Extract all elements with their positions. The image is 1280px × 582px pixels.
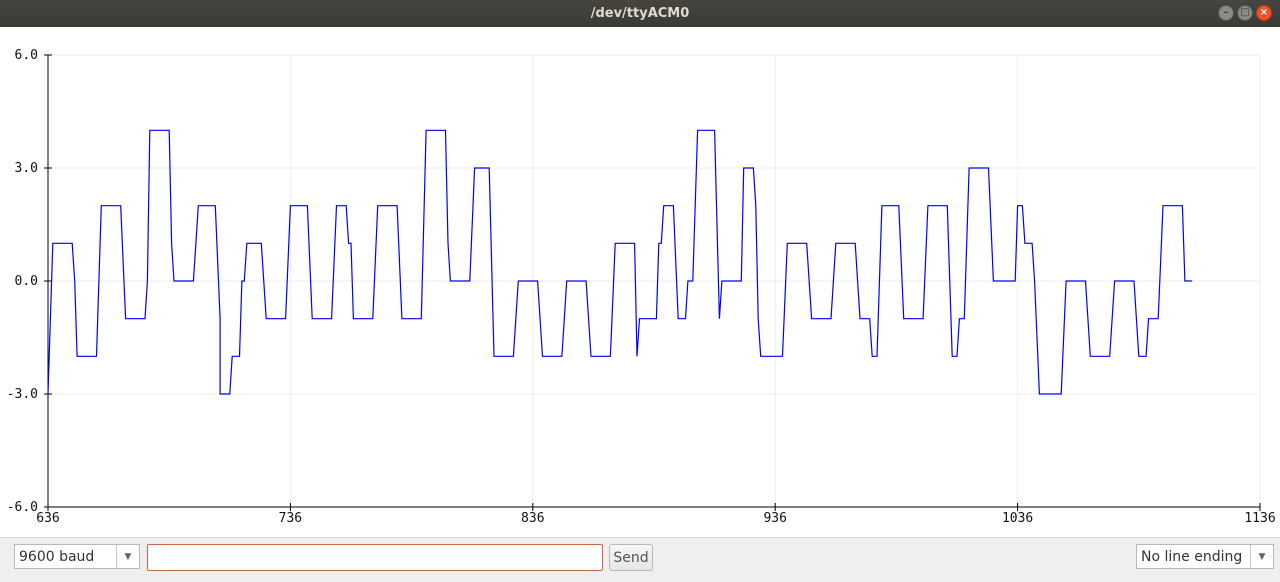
- window-controls: – □ ×: [1218, 5, 1272, 21]
- send-button[interactable]: Send: [609, 544, 653, 571]
- x-tick-label: 636: [36, 511, 59, 526]
- serial-plotter: 6.0 3.0 0.0 -3.0 -6.0 636 736 836 936 1036 1136: [0, 27, 1280, 537]
- close-icon[interactable]: ×: [1256, 5, 1272, 21]
- x-tick-label: 1136: [1244, 511, 1275, 526]
- plot-chart: 6.0 3.0 0.0 -3.0 -6.0636 736 836 936 1036 1136: [7, 48, 1276, 526]
- window-titlebar: /dev/ttyACM0 – □ ×: [0, 0, 1280, 27]
- send-input[interactable]: [147, 544, 603, 571]
- window-title: /dev/ttyACM0: [590, 6, 690, 21]
- y-tick-label: 6.0: [15, 48, 38, 63]
- y-tick-label: -6.0: [7, 500, 38, 515]
- series-line: [47, 129, 1193, 395]
- x-tick-label: 1036: [1002, 511, 1033, 526]
- baud-rate-select[interactable]: 9600 baud ▼: [14, 544, 140, 569]
- x-tick-label: 936: [763, 511, 786, 526]
- y-tick-label: -3.0: [7, 387, 38, 402]
- bottom-toolbar: 9600 baud ▼ Send No line ending ▼: [0, 537, 1280, 582]
- chevron-down-icon[interactable]: ▼: [116, 545, 139, 568]
- line-ending-select[interactable]: No line ending ▼: [1136, 544, 1274, 569]
- minimize-icon[interactable]: –: [1218, 5, 1234, 21]
- y-tick-label: 3.0: [15, 161, 38, 176]
- chevron-down-icon[interactable]: ▼: [1250, 545, 1273, 568]
- maximize-icon[interactable]: □: [1237, 5, 1253, 21]
- y-tick-label: 0.0: [15, 274, 38, 289]
- baud-rate-label: 9600 baud: [19, 548, 95, 565]
- line-ending-label: No line ending: [1141, 548, 1243, 565]
- x-tick-label: 836: [521, 511, 544, 526]
- x-tick-label: 736: [279, 511, 302, 526]
